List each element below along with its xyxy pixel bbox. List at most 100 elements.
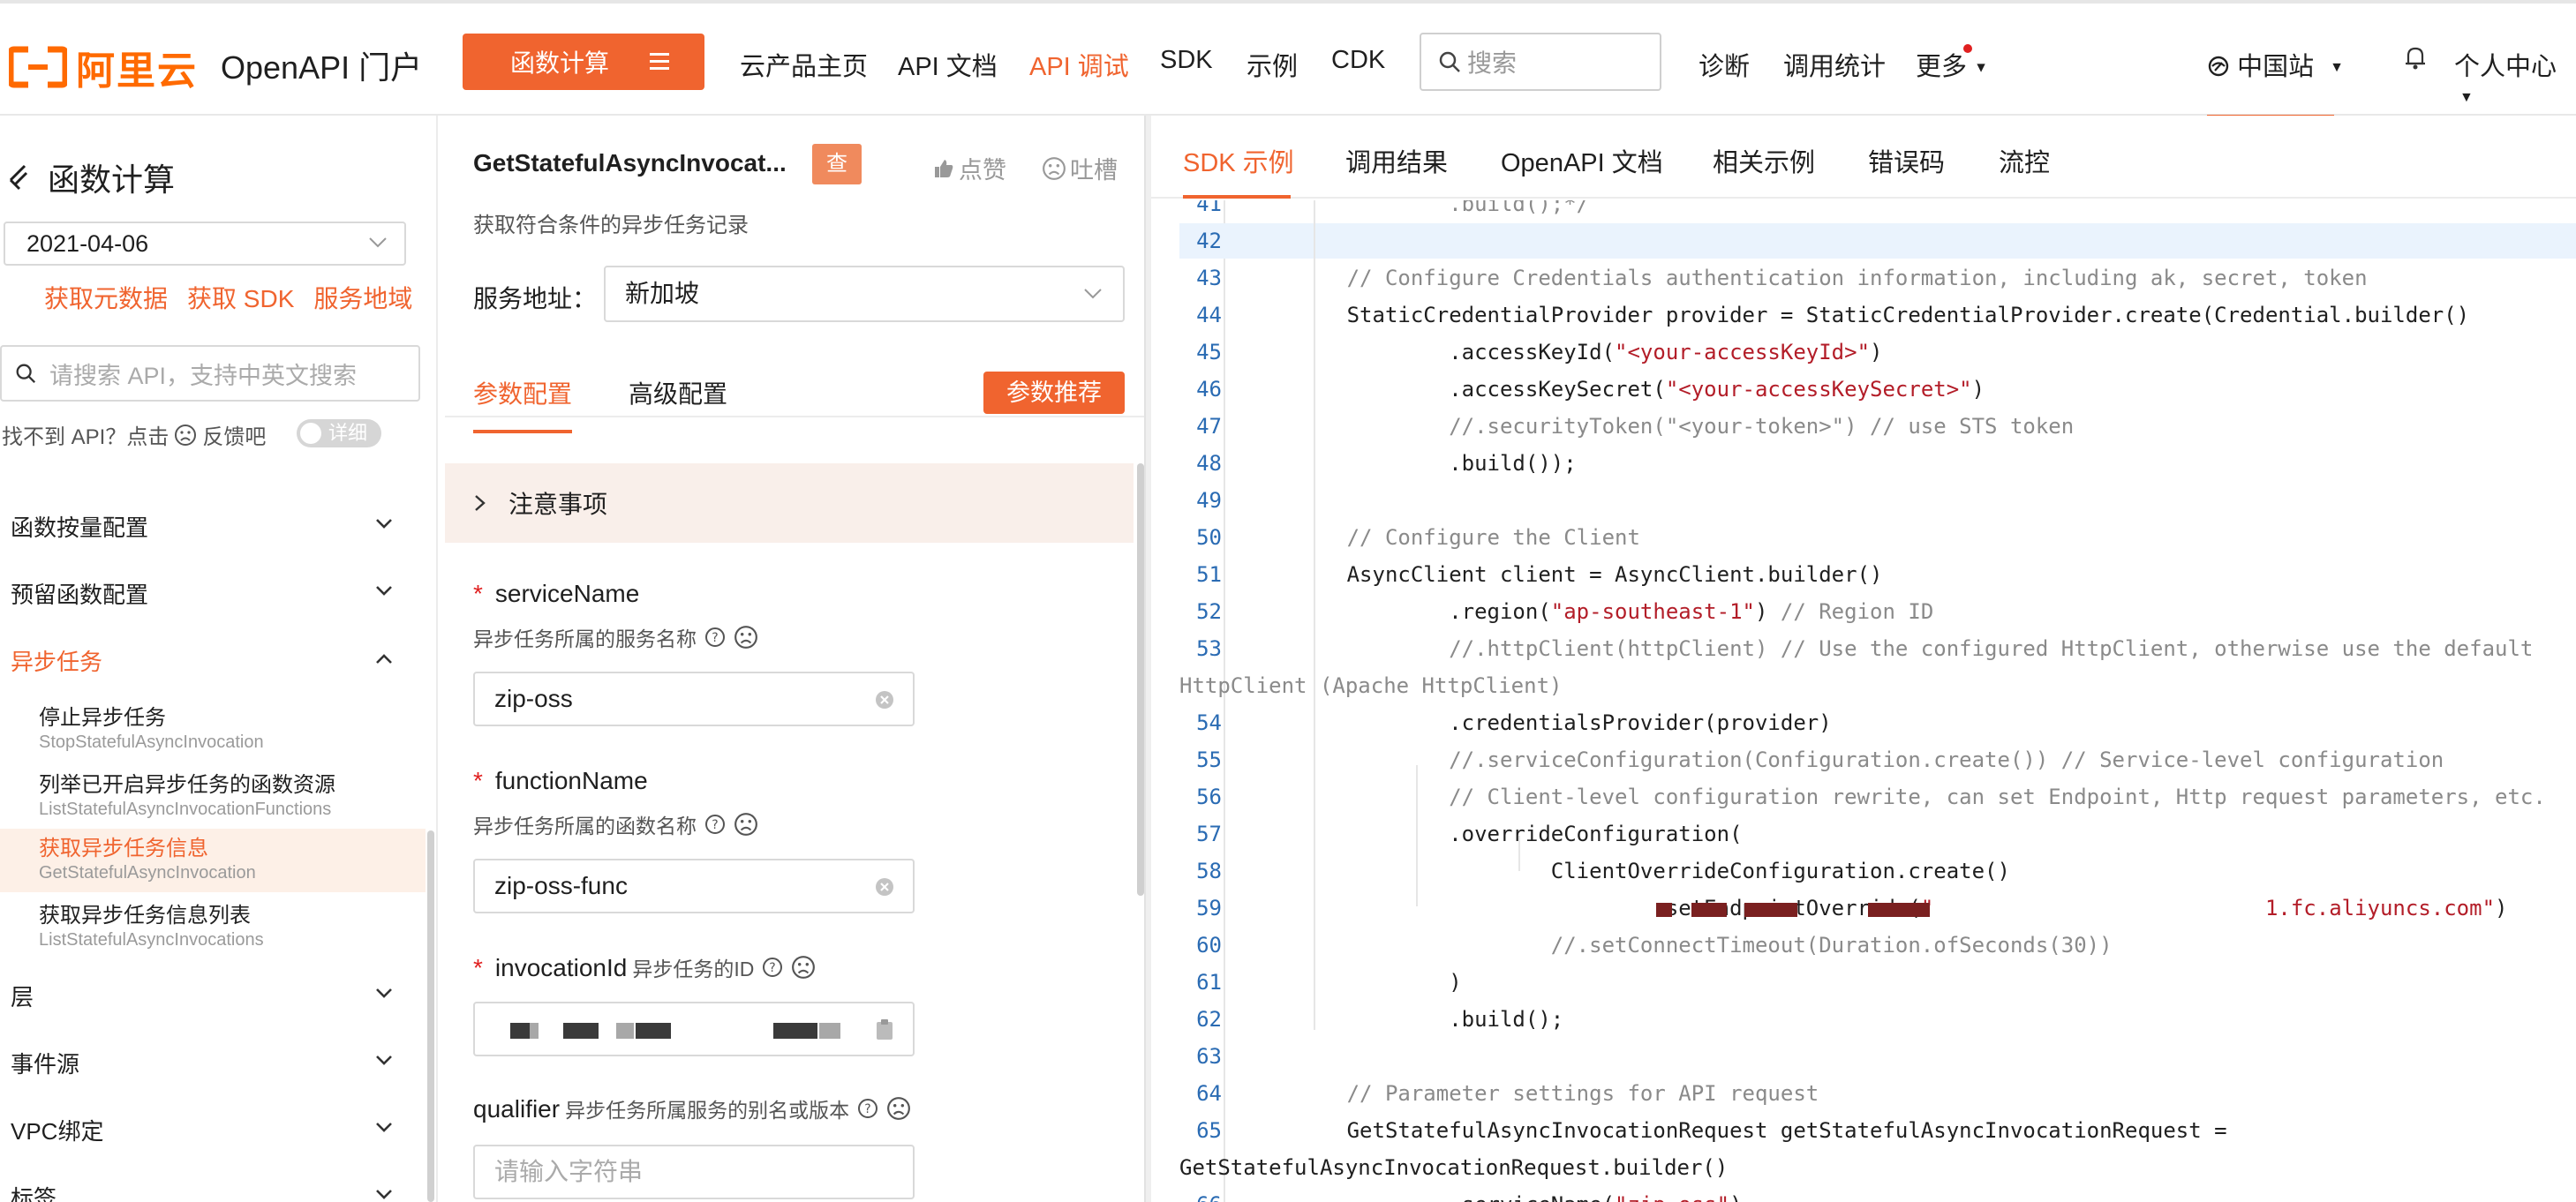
nav-item-en: StopStatefulAsyncInvocation xyxy=(39,732,264,752)
clear-icon[interactable] xyxy=(874,689,895,710)
code-line: 63 xyxy=(1179,1039,2576,1074)
nav-group-label: 预留函数配置 xyxy=(11,581,149,608)
tab-flow-control[interactable]: 流控 xyxy=(1999,142,2050,179)
sad-face-icon[interactable] xyxy=(174,424,197,447)
nav-product-home[interactable]: 云产品主页 xyxy=(740,46,868,83)
site-selector[interactable]: 中国站 ▼ xyxy=(2207,46,2344,83)
nav-examples[interactable]: 示例 xyxy=(1247,46,1298,83)
product-selector-button[interactable]: 函数计算 xyxy=(463,34,704,90)
site-selector-label: 中国站 xyxy=(2237,53,2315,81)
code-line: 50 // Configure the Client xyxy=(1179,520,2576,555)
nav-group-label: 异步任务 xyxy=(11,648,103,675)
line-number: 51 xyxy=(1196,562,1222,587)
tab-call-result[interactable]: 调用结果 xyxy=(1345,142,1448,179)
indent-guide xyxy=(1518,836,1520,871)
nav-group-provisioned-config[interactable]: 预留函数配置 xyxy=(0,571,406,615)
tab-related-examples[interactable]: 相关示例 xyxy=(1713,142,1815,179)
function-name-input[interactable]: zip-oss-func xyxy=(473,859,915,913)
code-text: //.serviceConfiguration(Configuration.cr… xyxy=(1245,747,2444,772)
param-name: serviceName xyxy=(494,580,640,607)
api-search-input[interactable]: 请搜索 API，支持中英文搜索 xyxy=(0,345,420,402)
help-icon[interactable]: ? xyxy=(704,626,727,649)
aliyun-logo[interactable]: 阿里云 xyxy=(7,39,198,95)
feedback-prefix: 找不到 API？点击 xyxy=(2,425,169,449)
nav-group-event-sources[interactable]: 事件源 xyxy=(0,1040,406,1085)
clear-icon[interactable] xyxy=(874,876,895,898)
portal-title[interactable]: OpenAPI 门户 xyxy=(221,42,422,88)
code-line: 61 ) xyxy=(1179,965,2576,1000)
nav-api-docs[interactable]: API 文档 xyxy=(898,46,998,83)
nav-item-en: ListStatefulAsyncInvocationFunctions xyxy=(39,800,332,819)
get-metadata-link[interactable]: 获取元数据 xyxy=(44,280,168,315)
tab-advanced-config[interactable]: 高级配置 xyxy=(629,375,727,410)
chevron-down-icon xyxy=(376,1123,392,1132)
nav-call-stats[interactable]: 调用统计 xyxy=(1783,46,1886,83)
notice-label: 注意事项 xyxy=(508,491,608,518)
nav-diagnose[interactable]: 诊断 xyxy=(1699,46,1750,83)
tab-sdk-example[interactable]: SDK 示例 xyxy=(1183,142,1294,179)
sad-face-icon[interactable] xyxy=(791,955,816,980)
nav-group-layers[interactable]: 层 xyxy=(0,973,406,1018)
nav-more[interactable]: 更多 ▼ xyxy=(1916,46,1988,83)
user-center-menu[interactable]: 个人中心 ▼ xyxy=(2454,46,2576,112)
redacted-value xyxy=(510,1023,530,1039)
service-address-value: 新加坡 xyxy=(625,280,700,307)
tab-openapi-docs[interactable]: OpenAPI 文档 xyxy=(1501,142,1663,179)
code-line: 55 //.serviceConfiguration(Configuration… xyxy=(1179,742,2576,778)
nav-group-tags[interactable]: 标签 xyxy=(0,1175,406,1202)
dislike-button[interactable]: 吐槽 xyxy=(1042,151,1118,185)
redacted-value xyxy=(636,1023,671,1039)
notice-collapse[interactable]: 注意事项 xyxy=(445,463,1134,543)
sad-face-icon[interactable] xyxy=(734,625,758,650)
nav-item-list-async-functions[interactable]: 列举已开启异步任务的函数资源 ListStatefulAsyncInvocati… xyxy=(0,765,426,829)
tab-param-config[interactable]: 参数配置 xyxy=(473,375,572,410)
api-version-select[interactable]: 2021-04-06 xyxy=(4,222,406,266)
nav-item-en: ListStatefulAsyncInvocations xyxy=(39,930,264,950)
detail-toggle[interactable]: 详细 xyxy=(297,419,381,447)
service-name-input[interactable]: zip-oss xyxy=(473,672,915,726)
code-editor[interactable]: 41 .build();*/ 42 43 // Configure Credenti… xyxy=(1179,200,2576,1202)
invocation-id-input[interactable] xyxy=(473,1002,915,1056)
chevron-down-icon xyxy=(376,519,392,529)
aliyun-logo-text: 阿里云 xyxy=(76,49,198,93)
line-number: 53 xyxy=(1196,636,1222,661)
params-scrollbar[interactable] xyxy=(1137,463,1144,896)
sad-face-icon[interactable] xyxy=(734,812,758,837)
caret-down-icon: ▼ xyxy=(1974,60,1988,76)
search-icon xyxy=(1439,51,1460,72)
nav-item-list-async-invocations[interactable]: 获取异步任务信息列表 ListStatefulAsyncInvocations xyxy=(0,896,426,959)
service-region-link[interactable]: 服务地域 xyxy=(313,280,412,315)
sidebar-scrollbar[interactable] xyxy=(427,830,434,1202)
service-address-select[interactable]: 新加坡 xyxy=(604,266,1125,322)
nav-item-get-async-invocation[interactable]: 获取异步任务信息 GetStatefulAsyncInvocation xyxy=(0,829,426,892)
like-button[interactable]: 点赞 xyxy=(932,151,1006,185)
code-line: 54 .credentialsProvider(provider) xyxy=(1179,705,2576,740)
nav-cdk[interactable]: CDK xyxy=(1331,46,1385,75)
nav-api-debug[interactable]: API 调试 xyxy=(1029,46,1129,83)
nav-group-vpc-binding[interactable]: VPC绑定 xyxy=(0,1108,406,1152)
global-search-input[interactable]: 搜索 xyxy=(1420,33,1661,91)
sad-face-icon[interactable] xyxy=(886,1096,911,1121)
code-line: 66 .serviceName("zip-oss") xyxy=(1179,1187,2576,1202)
code-text: .accessKeyId("<your-accessKeyId>") xyxy=(1245,340,1883,364)
nav-group-async-tasks[interactable]: 异步任务 xyxy=(0,638,406,682)
help-icon[interactable]: ? xyxy=(856,1097,879,1120)
user-center-label: 个人中心 xyxy=(2454,53,2557,81)
help-icon[interactable]: ? xyxy=(704,813,727,836)
panel-resize-divider[interactable] xyxy=(1144,116,1151,1202)
nav-group-function-ondemand[interactable]: 函数按量配置 xyxy=(0,504,406,548)
product-glyph-icon xyxy=(9,164,28,191)
param-recommend-button[interactable]: 参数推荐 xyxy=(983,372,1125,414)
feedback-link[interactable]: 反馈吧 xyxy=(202,419,266,450)
nav-sdk[interactable]: SDK xyxy=(1160,46,1213,75)
get-sdk-link[interactable]: 获取 SDK xyxy=(187,280,294,315)
clipboard-icon[interactable] xyxy=(874,1018,895,1042)
tab-error-codes[interactable]: 错误码 xyxy=(1868,142,1945,179)
sidebar-title: 函数计算 xyxy=(7,154,175,200)
qualifier-input[interactable]: 请输入字符串 xyxy=(473,1145,915,1199)
nav-item-stop-async-invocation[interactable]: 停止异步任务 StopStatefulAsyncInvocation xyxy=(0,698,426,762)
help-icon[interactable]: ? xyxy=(761,956,784,979)
line-number: 46 xyxy=(1196,377,1222,402)
code-text: //.httpClient(httpClient) // Use the con… xyxy=(1245,636,2534,661)
bell-icon[interactable] xyxy=(2403,44,2428,78)
